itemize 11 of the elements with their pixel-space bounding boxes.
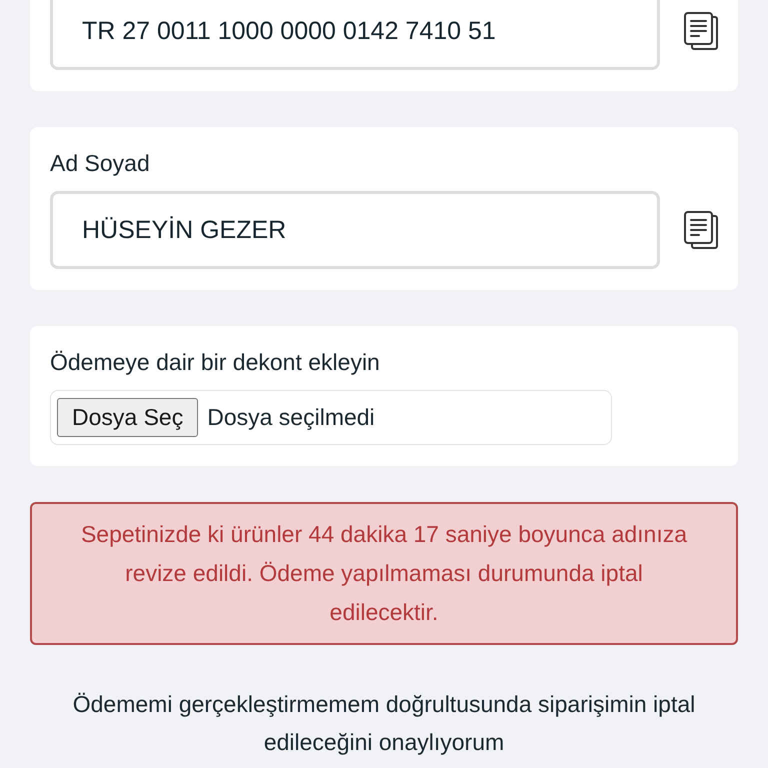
field-label: Ödemeye dair bir dekont ekleyin	[50, 348, 380, 377]
copy-icon[interactable]	[684, 211, 718, 249]
field-label: Ad Soyad	[50, 149, 150, 178]
text-field[interactable]: HÜSEYİN GEZER	[50, 191, 660, 269]
file-input-field[interactable]: Dosya Seç Dosya seçilmedi	[50, 390, 612, 445]
file-status-text: Dosya seçilmedi	[207, 404, 375, 431]
consent-text: Ödememi gerçekleştirmemem doğrultusunda siparişimin iptal edileceğini onaylıyorum	[72, 690, 696, 757]
choose-file-button[interactable]: Dosya Seç	[57, 398, 198, 437]
text-field[interactable]: TR 27 0011 1000 0000 0142 7410 51	[50, 0, 660, 70]
alert-message: Sepetinizde ki ürünler 44 dakika 17 saniye boyunca adınıza revize edildi. Ödeme yapılmaması durumunda iptal edilecektir.	[30, 502, 738, 645]
copy-icon[interactable]	[684, 12, 718, 50]
